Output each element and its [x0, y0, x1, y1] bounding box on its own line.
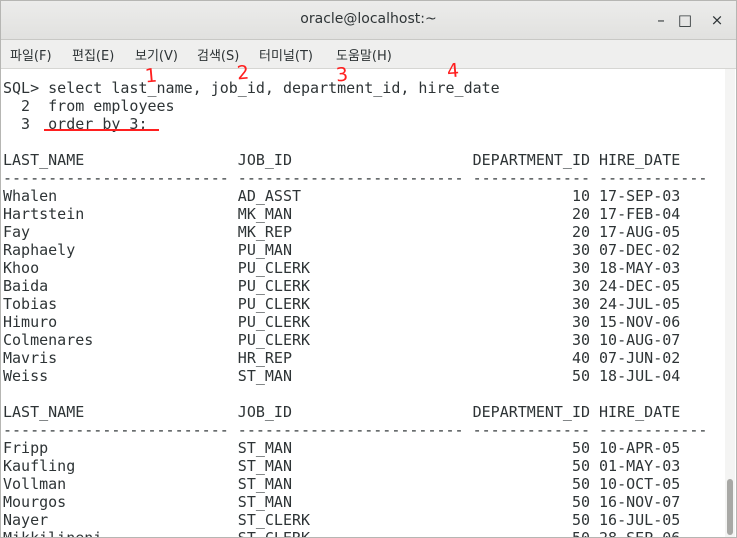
- terminal-line: SQL> select last_name, job_id, departmen…: [3, 79, 500, 97]
- terminal-line: ------------------------- --------------…: [3, 421, 708, 439]
- menu-edit[interactable]: 편집(E): [72, 45, 114, 64]
- terminal-line: Mourgos ST_MAN 50 16-NOV-07: [3, 493, 681, 511]
- terminal-line: Fripp ST_MAN 50 10-APR-05: [3, 439, 681, 457]
- terminal-output[interactable]: SQL> select last_name, job_id, departmen…: [1, 69, 725, 537]
- annotation-underline: [44, 129, 159, 131]
- terminal-line: ------------------------- --------------…: [3, 169, 708, 187]
- annotation-number: 3: [335, 63, 349, 87]
- close-icon[interactable]: ×: [707, 10, 727, 30]
- minimize-icon[interactable]: –: [651, 10, 671, 30]
- window-title: oracle@localhost:~: [300, 11, 437, 27]
- terminal-window: oracle@localhost:~ – □ × 파일(F) 편집(E) 보기(…: [0, 0, 737, 538]
- terminal-line: Fay MK_REP 20 17-AUG-05: [3, 223, 681, 241]
- terminal-line: Tobias PU_CLERK 30 24-JUL-05: [3, 295, 681, 313]
- menu-search[interactable]: 검색(S): [197, 45, 239, 64]
- annotation-number: 1: [144, 64, 158, 88]
- menu-file[interactable]: 파일(F): [10, 45, 52, 64]
- terminal-line: Himuro PU_CLERK 30 15-NOV-06: [3, 313, 681, 331]
- terminal-line: Raphaely PU_MAN 30 07-DEC-02: [3, 241, 681, 259]
- terminal-line: Baida PU_CLERK 30 24-DEC-05: [3, 277, 681, 295]
- menu-view[interactable]: 보기(V): [135, 45, 178, 64]
- maximize-icon[interactable]: □: [675, 10, 695, 30]
- annotation-number: 4: [446, 59, 460, 83]
- terminal-line: Mikkilineni ST_CLERK 50 28-SEP-06: [3, 529, 680, 537]
- terminal-line: Weiss ST_MAN 50 18-JUL-04: [3, 367, 681, 385]
- terminal-line: Mavris HR_REP 40 07-JUN-02: [3, 349, 681, 367]
- menu-terminal[interactable]: 터미널(T): [259, 45, 313, 64]
- menu-help[interactable]: 도움말(H): [336, 45, 392, 64]
- annotation-number: 2: [236, 61, 250, 85]
- title-bar: oracle@localhost:~ – □ ×: [1, 1, 736, 40]
- terminal-line: Nayer ST_CLERK 50 16-JUL-05: [3, 511, 681, 529]
- terminal-line: Whalen AD_ASST 10 17-SEP-03: [3, 187, 681, 205]
- terminal-line: Khoo PU_CLERK 30 18-MAY-03: [3, 259, 681, 277]
- terminal-line: LAST_NAME JOB_ID DEPARTMENT_ID HIRE_DATE: [3, 151, 681, 169]
- scrollbar-thumb[interactable]: [727, 479, 733, 535]
- terminal-line: Kaufling ST_MAN 50 01-MAY-03: [3, 457, 681, 475]
- terminal-scrollbar[interactable]: [725, 69, 735, 537]
- terminal-line: Hartstein MK_MAN 20 17-FEB-04: [3, 205, 681, 223]
- terminal-line: 2 from employees: [3, 97, 175, 115]
- terminal-line: Vollman ST_MAN 50 10-OCT-05: [3, 475, 681, 493]
- terminal-line: LAST_NAME JOB_ID DEPARTMENT_ID HIRE_DATE: [3, 403, 681, 421]
- menu-bar: 파일(F) 편집(E) 보기(V) 검색(S) 터미널(T) 도움말(H): [1, 40, 736, 69]
- terminal-line: Colmenares PU_CLERK 30 10-AUG-07: [3, 331, 681, 349]
